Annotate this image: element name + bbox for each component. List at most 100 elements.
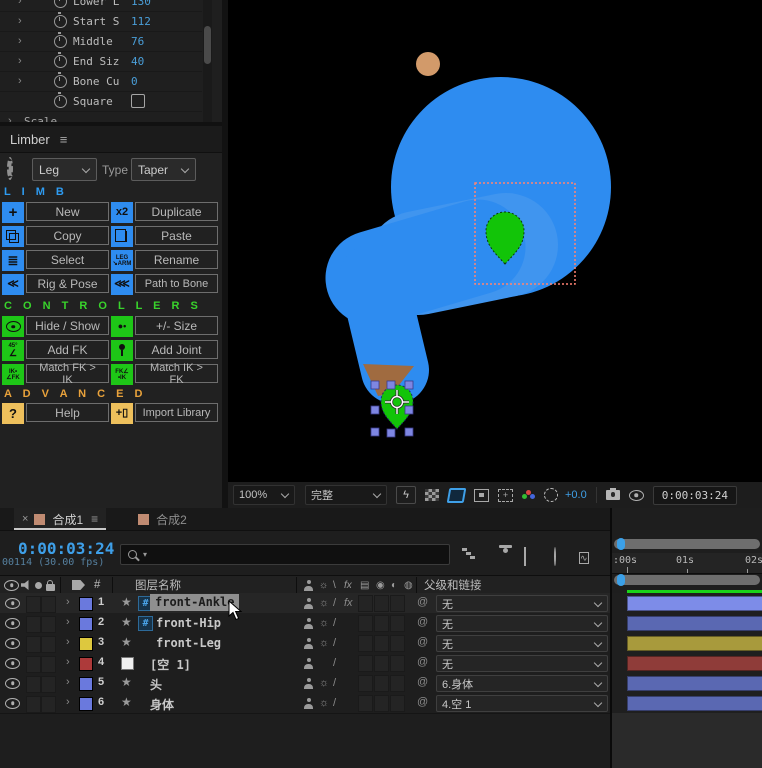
expand-chevron-icon[interactable]: › (66, 696, 70, 708)
audio-column-icon[interactable] (21, 576, 31, 594)
pickwhip-icon[interactable]: @ (417, 656, 428, 668)
shy-column-icon[interactable] (303, 576, 314, 594)
rig-pose-button[interactable]: Rig & Pose (26, 274, 109, 293)
eye-icon[interactable] (5, 673, 20, 693)
square-checkbox[interactable] (131, 94, 145, 108)
transparency-grid-icon[interactable] (425, 489, 439, 501)
work-area-bar[interactable] (614, 575, 760, 585)
expand-chevron-icon[interactable]: › (66, 616, 70, 628)
frame-blending-icon[interactable] (524, 548, 526, 566)
eye-icon[interactable] (5, 693, 20, 713)
layer-duration-bar[interactable] (627, 696, 762, 711)
layer-row-6[interactable]: › 6 ★ 身体 ☼ / @ 4.空 1 (0, 693, 611, 714)
audio-cell[interactable] (26, 616, 41, 633)
hide-show-button[interactable]: Hide / Show (26, 316, 109, 335)
switch-cell[interactable] (390, 595, 405, 612)
current-timecode[interactable]: 0:00:03:24 (18, 539, 114, 558)
new-button[interactable]: New (26, 202, 109, 221)
expand-chevron-icon[interactable]: › (66, 596, 70, 608)
audio-cell[interactable] (26, 676, 41, 693)
pickwhip-icon[interactable]: @ (417, 596, 428, 608)
switch-cell[interactable] (358, 615, 373, 632)
panel-menu-icon[interactable]: ≡ (60, 132, 68, 147)
lock-cell[interactable] (41, 676, 56, 693)
switch-cell[interactable] (374, 635, 389, 652)
audio-cell[interactable] (26, 636, 41, 653)
motion-blur-icon[interactable] (549, 548, 556, 566)
region-of-interest-icon[interactable] (474, 489, 489, 502)
layer-name[interactable]: front-Ankle (150, 594, 239, 611)
expand-chevron-icon[interactable]: › (66, 676, 70, 688)
import-library-button[interactable]: Import Library (135, 403, 218, 422)
add-fk-button[interactable]: Add FK (26, 340, 109, 359)
layer-duration-bar[interactable] (627, 636, 762, 651)
shy-switch[interactable] (303, 653, 314, 673)
audio-cell[interactable] (26, 696, 41, 713)
parent-select[interactable]: 无 (436, 595, 608, 612)
panel-title[interactable]: Limber (10, 132, 50, 147)
collapse-switch[interactable]: ☼ (319, 637, 329, 649)
quality-switch[interactable]: / (333, 657, 336, 669)
eye-icon[interactable] (5, 613, 20, 633)
property-value[interactable]: 130 (131, 0, 151, 8)
layer-name[interactable]: front-Hip (156, 616, 221, 630)
shy-switch[interactable] (303, 693, 314, 713)
layer-name[interactable]: front-Leg (156, 636, 221, 650)
lock-cell[interactable] (41, 696, 56, 713)
stopwatch-icon[interactable] (54, 15, 67, 28)
property-group-row[interactable]: › Scale (0, 111, 202, 122)
lock-cell[interactable] (41, 656, 56, 673)
threed-column-icon[interactable]: ◍ (404, 576, 413, 594)
property-value[interactable]: 40 (131, 55, 144, 68)
pickwhip-icon[interactable]: @ (417, 616, 428, 628)
video-column-icon[interactable] (4, 576, 19, 594)
collapse-switch[interactable]: ☼ (319, 677, 329, 689)
eye-icon[interactable] (5, 633, 20, 653)
expand-chevron-icon[interactable]: › (18, 15, 28, 27)
switch-cell[interactable] (374, 695, 389, 712)
rename-button[interactable]: Rename (135, 250, 218, 269)
layer-duration-bar[interactable] (627, 596, 762, 611)
label-color-swatch[interactable] (79, 617, 93, 631)
scrollbar-thumb[interactable] (204, 26, 211, 64)
layer-row-3[interactable]: › 3 ★ front-Leg ☼ / @ 无 (0, 633, 611, 654)
pickwhip-icon[interactable]: @ (417, 636, 428, 648)
property-row[interactable]: › Bone Cu 0 (0, 71, 202, 92)
quality-switch[interactable]: / (333, 597, 336, 609)
stopwatch-icon[interactable] (54, 75, 67, 88)
switch-cell[interactable] (358, 635, 373, 652)
magnification-select[interactable]: 100% (233, 485, 295, 505)
parent-select[interactable]: 无 (436, 635, 608, 652)
switch-cell[interactable] (374, 675, 389, 692)
exposure-icon[interactable] (544, 488, 558, 502)
collapse-column-icon[interactable]: ☼ (319, 576, 328, 594)
path-to-bone-button[interactable]: Path to Bone (135, 274, 218, 293)
collapse-switch[interactable]: ☼ (319, 597, 329, 609)
layer-name-column-header[interactable]: 图层名称 (135, 576, 181, 594)
quality-switch[interactable]: / (333, 697, 336, 709)
lower-leg-shape[interactable] (373, 278, 395, 370)
property-value[interactable]: 112 (131, 15, 151, 28)
expand-chevron-icon[interactable]: › (8, 115, 18, 122)
fast-previews-icon[interactable]: ϟ (396, 486, 416, 504)
graph-editor-icon[interactable]: ∿ (579, 548, 589, 566)
timeline-navigator[interactable] (614, 539, 760, 549)
close-icon[interactable]: × (22, 513, 28, 525)
parent-select[interactable]: 无 (436, 655, 608, 672)
label-color-swatch[interactable] (79, 597, 93, 611)
expand-chevron-icon[interactable]: › (18, 35, 28, 47)
lock-cell[interactable] (41, 616, 56, 633)
eye-icon[interactable] (5, 653, 20, 673)
switch-cell[interactable] (358, 675, 373, 692)
switch-cell[interactable] (390, 695, 405, 712)
layer-name[interactable]: 身体 (150, 696, 174, 713)
property-row[interactable]: › Middle 76 (0, 31, 202, 52)
layer-duration-bar[interactable] (627, 676, 762, 691)
duplicate-button[interactable]: Duplicate (135, 202, 218, 221)
switch-cell[interactable] (390, 675, 405, 692)
settings-gear-icon[interactable] (7, 160, 13, 178)
label-color-swatch[interactable] (79, 637, 93, 651)
effects-column-icon[interactable]: fx (344, 576, 352, 594)
shy-switch[interactable] (303, 613, 314, 633)
layer-row-2[interactable]: › 2 ★ # front-Hip ☼ / @ 无 (0, 613, 611, 634)
